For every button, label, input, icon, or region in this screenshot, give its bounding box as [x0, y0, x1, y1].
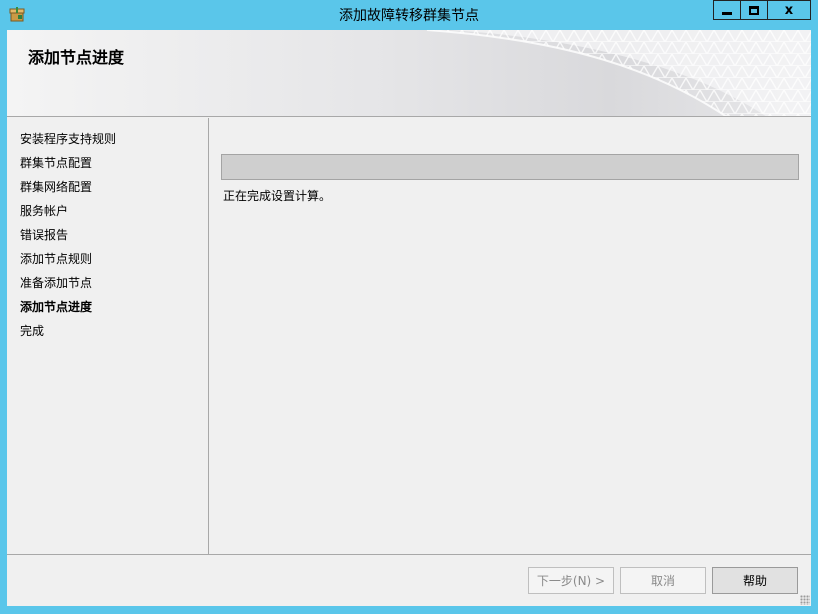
help-button[interactable]: 帮助 — [712, 567, 798, 594]
wizard-header: 添加节点进度 — [7, 30, 811, 117]
step-cluster-node-config: 群集节点配置 — [20, 156, 93, 170]
title-bar[interactable]: 添加故障转移群集节点 x — [0, 0, 818, 30]
step-ready-to-add-node: 准备添加节点 — [20, 276, 93, 290]
wizard-steps-sidebar: 安装程序支持规则 群集节点配置 群集网络配置 服务帐户 错误报告 添加节点规则 … — [7, 118, 209, 554]
wizard-footer: 下一步(N) > 取消 帮助 — [7, 554, 811, 606]
maximize-icon — [749, 5, 759, 15]
step-error-reporting: 错误报告 — [20, 228, 69, 242]
step-add-node-progress: 添加节点进度 — [20, 300, 93, 314]
close-icon: x — [784, 2, 794, 18]
step-add-node-rules: 添加节点规则 — [20, 252, 93, 266]
minimize-icon — [722, 11, 732, 15]
step-cluster-network-config: 群集网络配置 — [20, 180, 93, 194]
step-complete: 完成 — [20, 324, 45, 338]
step-service-accounts: 服务帐户 — [20, 204, 69, 218]
window-title: 添加故障转移群集节点 — [339, 8, 479, 24]
progress-bar — [221, 154, 799, 180]
resize-grip-icon[interactable] — [800, 595, 810, 605]
page-title: 添加节点进度 — [28, 48, 125, 67]
close-button[interactable]: x — [767, 0, 811, 20]
header-decoration — [426, 30, 811, 116]
cancel-button[interactable]: 取消 — [620, 567, 706, 594]
wizard-window: 添加节点进度 安装程序支持规则 群集节点配置 群集网络配置 服务帐户 错误报告 … — [7, 30, 811, 606]
status-message: 正在完成设置计算。 — [223, 189, 332, 203]
progress-panel: 正在完成设置计算。 — [210, 118, 811, 554]
next-button[interactable]: 下一步(N) > — [528, 567, 614, 594]
maximize-button[interactable] — [740, 0, 768, 20]
step-setup-support-rules: 安装程序支持规则 — [20, 132, 117, 146]
minimize-button[interactable] — [713, 0, 741, 20]
